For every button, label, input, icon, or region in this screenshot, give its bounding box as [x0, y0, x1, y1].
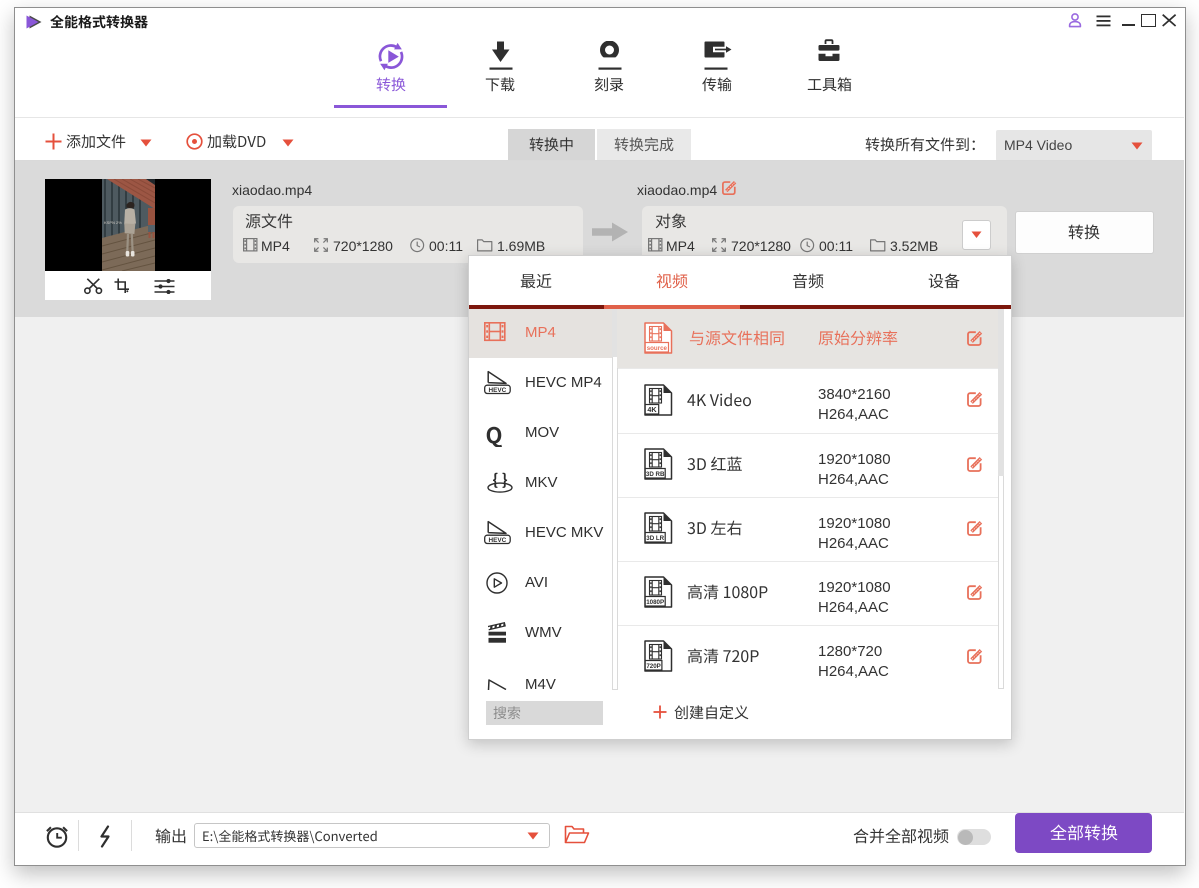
- svg-text:source: source: [647, 345, 668, 352]
- svg-text:3D LR: 3D LR: [646, 535, 664, 542]
- svg-text:3D RB: 3D RB: [646, 471, 665, 478]
- svg-text:HEVC: HEVC: [489, 387, 507, 394]
- svg-text:1080P: 1080P: [646, 599, 664, 606]
- svg-text:4K: 4K: [647, 405, 657, 414]
- svg-text:720P: 720P: [646, 663, 660, 670]
- svg-text:HEVC: HEVC: [489, 537, 507, 544]
- svg-text:KSPN 2%: KSPN 2%: [104, 220, 122, 225]
